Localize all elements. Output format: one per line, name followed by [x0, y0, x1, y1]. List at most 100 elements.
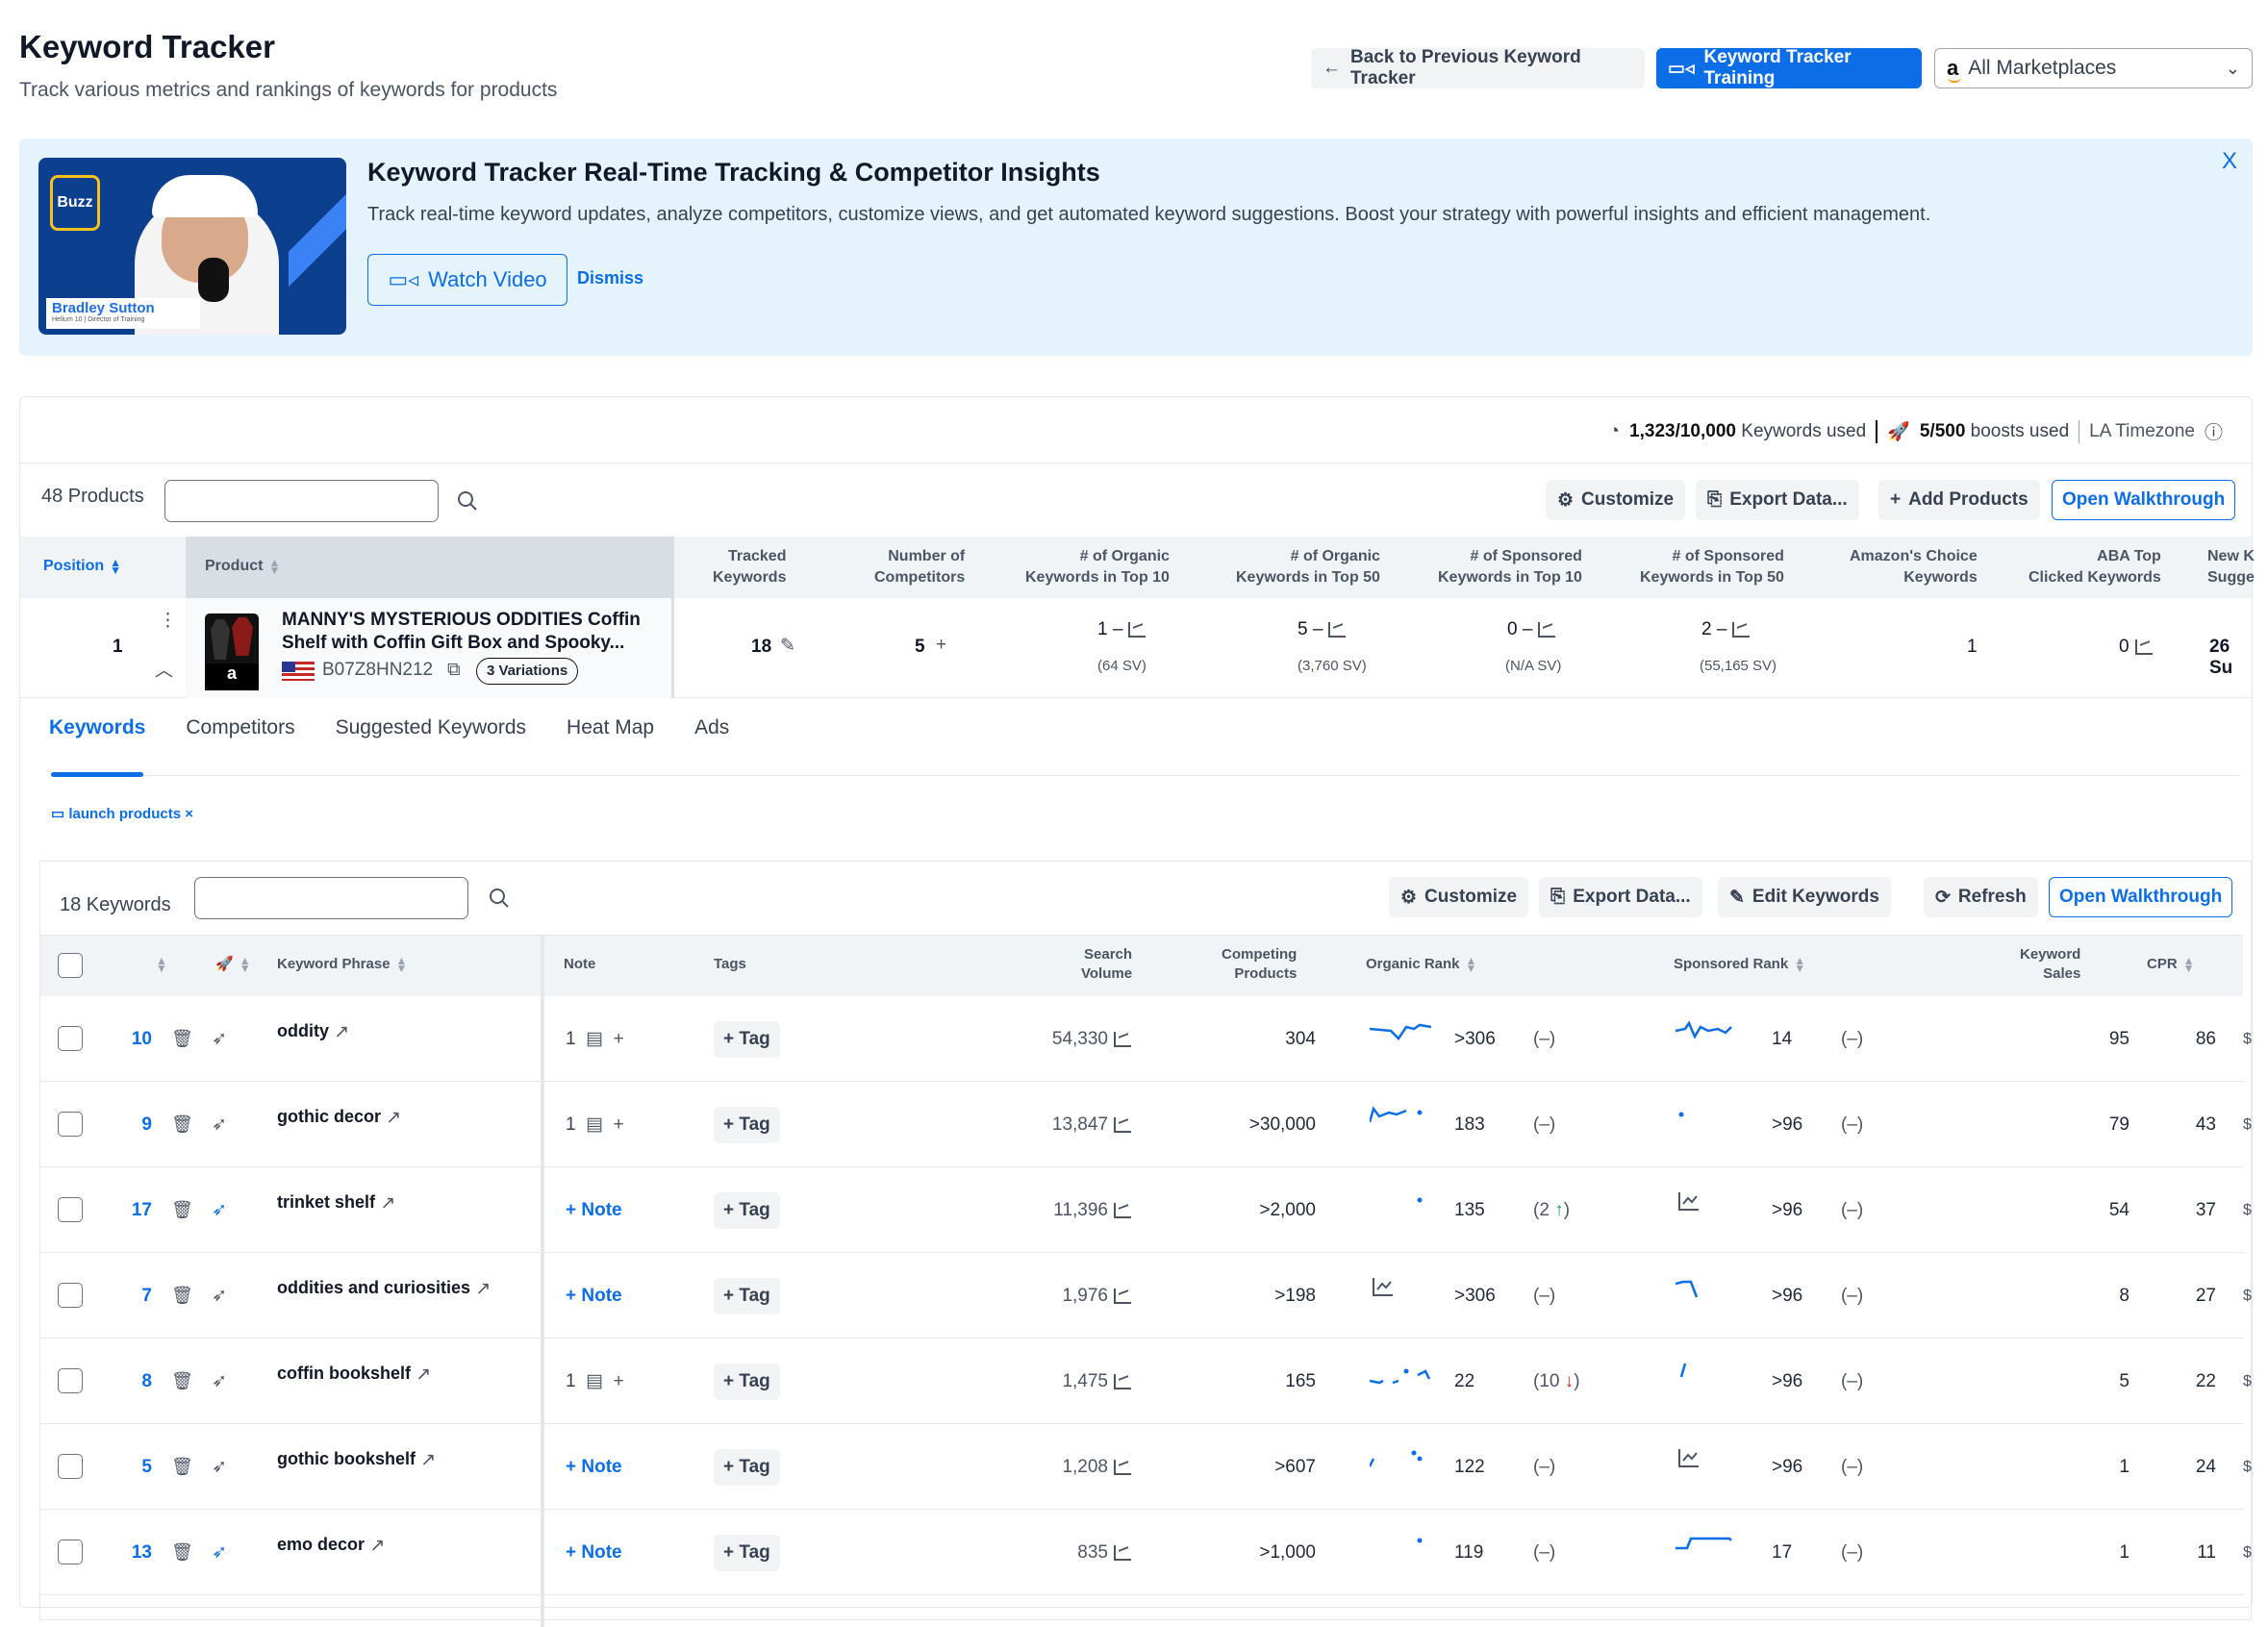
- add-note-button[interactable]: + Note: [566, 1457, 622, 1478]
- competitors-count[interactable]: 5: [915, 637, 925, 658]
- dismiss-link[interactable]: Dismiss: [577, 268, 643, 288]
- keyword-id[interactable]: 10: [98, 996, 152, 1082]
- marketplace-select[interactable]: a All Marketplaces ⌄: [1934, 48, 2253, 88]
- keyword-phrase[interactable]: oddities and curiosities: [277, 1278, 470, 1298]
- row-checkbox[interactable]: [58, 1454, 83, 1479]
- sponsored-rank-sparkline[interactable]: [1676, 1101, 1743, 1139]
- tab-heat-map[interactable]: Heat Map: [567, 716, 654, 739]
- keyword-sales-header[interactable]: Keyword Sales: [2020, 945, 2080, 984]
- open-walkthrough-button[interactable]: Open Walkthrough: [2052, 480, 2236, 520]
- chart-icon[interactable]: [1732, 621, 1751, 638]
- chart-icon[interactable]: [1128, 621, 1147, 638]
- product-thumbnail[interactable]: a: [205, 613, 259, 690]
- boost-rocket-icon[interactable]: ➶: [212, 1510, 227, 1595]
- add-tag-button[interactable]: + Tag: [714, 1020, 780, 1058]
- keyword-phrase[interactable]: trinket shelf: [277, 1192, 375, 1213]
- keyword-phrase[interactable]: coffin bookshelf: [277, 1364, 411, 1384]
- boost-rocket-icon[interactable]: ➶: [212, 1339, 227, 1424]
- chart-icon[interactable]: [1114, 1459, 1131, 1475]
- external-link-icon[interactable]: ↗: [416, 1364, 431, 1386]
- tracked-keywords-count[interactable]: 18: [751, 637, 771, 658]
- organic-rank-sparkline[interactable]: [1370, 1187, 1437, 1225]
- add-note-button[interactable]: + Note: [566, 1286, 622, 1307]
- row-checkbox[interactable]: [58, 1368, 83, 1393]
- keyword-row[interactable]: 10 🗑 ➶ oddity ↗ 1 ▤ + + Tag 54,330 304 >…: [40, 996, 2252, 1082]
- sponsored-rank-sparkline[interactable]: [1676, 1443, 1743, 1482]
- back-to-previous-button[interactable]: ← Back to Previous Keyword Tracker: [1311, 47, 1645, 88]
- search-icon[interactable]: [489, 888, 510, 909]
- row-checkbox[interactable]: [58, 1539, 83, 1564]
- row-checkbox[interactable]: [58, 1026, 83, 1051]
- product-title-line1[interactable]: MANNY'S MYSTERIOUS ODDITIES Coffin: [282, 610, 641, 631]
- tab-suggested-keywords[interactable]: Suggested Keywords: [336, 716, 526, 739]
- copy-icon[interactable]: ⧉: [447, 660, 461, 681]
- position-header[interactable]: Position ▲ ▼: [43, 556, 121, 577]
- customize-products-button[interactable]: ⚙ Customize: [1546, 480, 1686, 520]
- open-walkthrough-button[interactable]: Open Walkthrough: [2049, 877, 2233, 917]
- external-link-icon[interactable]: ↗: [380, 1192, 395, 1214]
- organic-rank-sparkline[interactable]: [1370, 1443, 1437, 1482]
- video-thumbnail[interactable]: Buzz Bradley Sutton Helium 10 | Director…: [38, 158, 346, 335]
- product-title-line2[interactable]: Shelf with Coffin Gift Box and Spooky...: [282, 633, 624, 654]
- sponsored-rank-header[interactable]: Sponsored Rank ▲ ▼: [1674, 955, 1805, 974]
- trash-icon[interactable]: 🗑: [171, 996, 193, 1082]
- keyword-row[interactable]: 7 🗑 ➶ oddities and curiosities ↗ + Note …: [40, 1253, 2252, 1339]
- add-competitor-icon[interactable]: +: [936, 635, 946, 656]
- chart-icon[interactable]: [1114, 1116, 1131, 1133]
- keywords-search-input[interactable]: [194, 877, 468, 919]
- chart-icon[interactable]: [1114, 1288, 1131, 1304]
- organic-rank-sparkline[interactable]: [1370, 1101, 1437, 1139]
- organic-rank-header[interactable]: Organic Rank ▲ ▼: [1366, 955, 1476, 974]
- boost-header[interactable]: 🚀 ▲ ▼: [215, 955, 251, 974]
- search-icon[interactable]: [457, 490, 478, 512]
- keyword-id[interactable]: 7: [98, 1253, 152, 1339]
- variations-badge[interactable]: 3 Variations: [476, 658, 579, 685]
- product-row[interactable]: 1 ⋮ ︿ a MANNY'S MYSTERIOUS ODDITIES Coff…: [20, 598, 2252, 698]
- chart-icon[interactable]: [1328, 621, 1347, 638]
- external-link-icon[interactable]: ↗: [420, 1449, 436, 1471]
- notebook-icon[interactable]: ▤: [586, 1028, 603, 1050]
- competing-products-header[interactable]: Competing Products: [1222, 945, 1297, 984]
- collapse-chevron-icon[interactable]: ︿: [155, 656, 173, 682]
- trash-icon[interactable]: 🗑: [171, 1424, 193, 1510]
- keyword-row[interactable]: 8 🗑 ➶ coffin bookshelf ↗ 1 ▤ + + Tag 1,4…: [40, 1339, 2252, 1424]
- customize-keywords-button[interactable]: ⚙ Customize: [1389, 877, 1529, 917]
- add-note-button[interactable]: + Note: [566, 1200, 622, 1221]
- keyword-row[interactable]: 17 🗑 ➶ trinket shelf ↗ + Note + Tag 11,3…: [40, 1167, 2252, 1253]
- chart-icon[interactable]: [1114, 1031, 1131, 1047]
- chart-icon[interactable]: [2134, 638, 2153, 655]
- boost-rocket-icon[interactable]: ➶: [212, 996, 227, 1082]
- remove-tag-icon[interactable]: ×: [185, 806, 193, 822]
- notebook-icon[interactable]: ▤: [586, 1370, 603, 1392]
- chart-icon[interactable]: [1114, 1202, 1131, 1218]
- sponsored-rank-sparkline[interactable]: [1676, 1529, 1743, 1567]
- add-tag-button[interactable]: + Tag: [714, 1534, 780, 1571]
- trash-icon[interactable]: 🗑: [171, 1253, 193, 1339]
- add-note-icon[interactable]: +: [614, 1029, 624, 1050]
- boost-rocket-icon[interactable]: ➶: [212, 1253, 227, 1339]
- add-tag-button[interactable]: + Tag: [714, 1363, 780, 1400]
- keyword-row[interactable]: 5 🗑 ➶ gothic bookshelf ↗ + Note + Tag 1,…: [40, 1424, 2252, 1510]
- more-options-icon[interactable]: ⋮: [159, 610, 177, 632]
- edit-pencil-icon[interactable]: ✎: [780, 635, 795, 657]
- add-tag-button[interactable]: + Tag: [714, 1191, 780, 1229]
- keyword-id[interactable]: 9: [98, 1082, 152, 1167]
- boost-rocket-icon[interactable]: ➶: [212, 1167, 227, 1253]
- row-checkbox[interactable]: [58, 1283, 83, 1308]
- keyword-id[interactable]: 13: [98, 1510, 152, 1595]
- keyword-id[interactable]: 17: [98, 1167, 152, 1253]
- keyword-phrase[interactable]: emo decor: [277, 1535, 365, 1555]
- product-header[interactable]: Product ▲ ▼: [205, 556, 280, 577]
- organic-rank-sparkline[interactable]: [1370, 1272, 1437, 1311]
- select-all-checkbox[interactable]: [58, 953, 83, 978]
- products-search-input[interactable]: [164, 480, 439, 522]
- organic-rank-sparkline[interactable]: [1370, 1529, 1437, 1567]
- sponsored-rank-sparkline[interactable]: [1676, 1358, 1743, 1396]
- trash-icon[interactable]: 🗑: [171, 1167, 193, 1253]
- boost-rocket-icon[interactable]: ➶: [212, 1082, 227, 1167]
- trash-icon[interactable]: 🗑: [171, 1082, 193, 1167]
- sponsored-rank-sparkline[interactable]: [1676, 1015, 1743, 1054]
- keyword-phrase-header[interactable]: Keyword Phrase ▲ ▼: [277, 955, 407, 974]
- refresh-button[interactable]: ⟳ Refresh: [1924, 877, 2038, 917]
- close-icon[interactable]: X: [2222, 148, 2237, 175]
